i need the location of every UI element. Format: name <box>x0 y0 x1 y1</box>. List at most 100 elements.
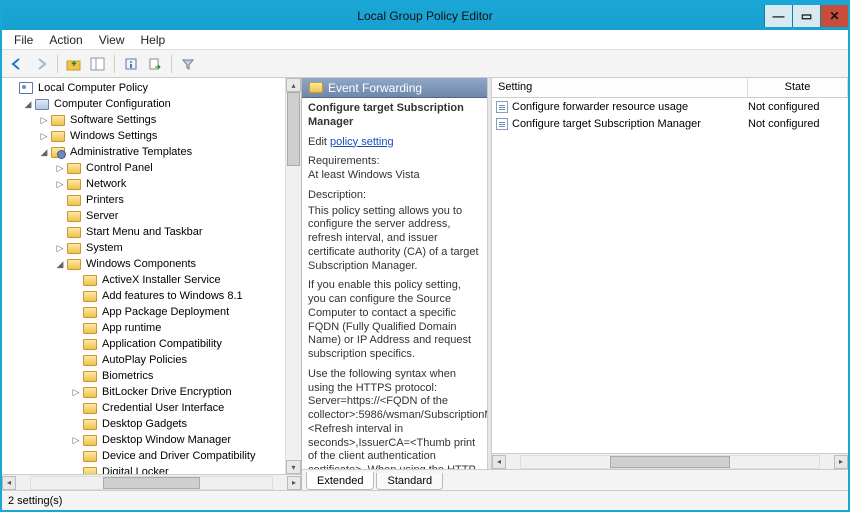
edit-policy-link[interactable]: policy setting <box>330 136 394 148</box>
filter-button[interactable] <box>177 53 199 75</box>
folder-icon <box>50 129 66 143</box>
tree-app-package[interactable]: App Package Deployment <box>70 304 285 320</box>
window-controls: — ▭ ✕ <box>764 5 848 27</box>
scroll-left-icon[interactable]: ◂ <box>2 476 16 490</box>
tree-autoplay[interactable]: AutoPlay Policies <box>70 352 285 368</box>
forward-icon <box>34 57 48 71</box>
tree-administrative-templates[interactable]: ◢Administrative Templates ▷Control Panel… <box>38 144 285 474</box>
column-state[interactable]: State <box>748 78 848 97</box>
expand-icon[interactable]: ▷ <box>38 115 50 126</box>
category-title: Event Forwarding <box>328 81 422 95</box>
tree-dwm[interactable]: ▷Desktop Window Manager <box>70 432 285 448</box>
expand-icon[interactable]: ▷ <box>38 131 50 142</box>
folder-icon <box>82 353 98 367</box>
tree-windows-components[interactable]: ◢Windows Components ActiveX Installer Se… <box>54 256 285 474</box>
description-p1: This policy setting allows you to config… <box>308 205 481 274</box>
properties-icon <box>124 57 138 71</box>
menu-action[interactable]: Action <box>41 33 90 47</box>
back-icon <box>10 57 24 71</box>
folder-icon <box>50 113 66 127</box>
scrollbar-thumb[interactable] <box>610 456 729 468</box>
setting-state: Not configured <box>748 118 848 130</box>
policy-icon <box>494 118 510 130</box>
description-p2: If you enable this policy setting, you c… <box>308 279 481 362</box>
maximize-button[interactable]: ▭ <box>792 5 820 27</box>
tree-biometrics[interactable]: Biometrics <box>70 368 285 384</box>
export-list-button[interactable] <box>144 53 166 75</box>
title-bar[interactable]: Local Group Policy Editor — ▭ ✕ <box>2 2 848 30</box>
settings-list: Setting State Configure forwarder resour… <box>492 78 848 469</box>
setting-name: Configure forwarder resource usage <box>510 101 748 113</box>
show-hide-tree-icon <box>90 57 106 71</box>
folder-icon <box>66 225 82 239</box>
list-header: Setting State <box>492 78 848 98</box>
tree-pane: Local Computer Policy ◢Computer Configur… <box>2 78 302 490</box>
tree-horizontal-scrollbar[interactable]: ◂ ▸ <box>2 474 301 490</box>
tree-vertical-scrollbar[interactable]: ▴ ▾ <box>285 78 301 474</box>
back-button[interactable] <box>6 53 28 75</box>
folder-icon <box>82 289 98 303</box>
list-body[interactable]: Configure forwarder resource usage Not c… <box>492 98 848 453</box>
tree-system[interactable]: ▷System <box>54 240 285 256</box>
tree-server[interactable]: Server <box>54 208 285 224</box>
expand-icon[interactable]: ▷ <box>54 243 66 254</box>
scroll-right-icon[interactable]: ▸ <box>834 455 848 469</box>
collapse-icon[interactable]: ◢ <box>22 99 34 110</box>
scroll-up-icon[interactable]: ▴ <box>286 78 301 92</box>
up-one-level-button[interactable] <box>63 53 85 75</box>
menu-bar: File Action View Help <box>2 30 848 50</box>
tree-desktop-gadgets[interactable]: Desktop Gadgets <box>70 416 285 432</box>
list-row[interactable]: Configure target Subscription Manager No… <box>492 115 848 132</box>
properties-button[interactable] <box>120 53 142 75</box>
tree-network[interactable]: ▷Network <box>54 176 285 192</box>
tree-printers[interactable]: Printers <box>54 192 285 208</box>
status-bar: 2 setting(s) <box>2 490 848 510</box>
scroll-right-icon[interactable]: ▸ <box>287 476 301 490</box>
scrollbar-thumb[interactable] <box>103 477 199 489</box>
forward-button[interactable] <box>30 53 52 75</box>
scroll-left-icon[interactable]: ◂ <box>492 455 506 469</box>
folder-icon <box>66 177 82 191</box>
minimize-button[interactable]: — <box>764 5 792 27</box>
tab-strip: Extended Standard <box>302 470 848 490</box>
menu-view[interactable]: View <box>91 33 133 47</box>
tree-device-driver[interactable]: Device and Driver Compatibility <box>70 448 285 464</box>
list-horizontal-scrollbar[interactable]: ◂ ▸ <box>492 453 848 469</box>
scrollbar-thumb[interactable] <box>287 92 300 166</box>
tree-add-features[interactable]: Add features to Windows 8.1 <box>70 288 285 304</box>
tree-control-panel[interactable]: ▷Control Panel <box>54 160 285 176</box>
tree-software-settings[interactable]: ▷Software Settings <box>38 112 285 128</box>
category-header: Event Forwarding <box>302 78 487 98</box>
tree-root[interactable]: Local Computer Policy ◢Computer Configur… <box>6 80 285 474</box>
list-row[interactable]: Configure forwarder resource usage Not c… <box>492 98 848 115</box>
folder-icon <box>82 417 98 431</box>
show-hide-console-tree-button[interactable] <box>87 53 109 75</box>
setting-name: Configure target Subscription Manager <box>510 118 748 130</box>
collapse-icon[interactable]: ◢ <box>38 147 50 158</box>
tree-computer-configuration[interactable]: ◢Computer Configuration ▷Software Settin… <box>22 96 285 474</box>
expand-icon[interactable]: ▷ <box>54 163 66 174</box>
expand-icon[interactable]: ▷ <box>54 179 66 190</box>
scroll-down-icon[interactable]: ▾ <box>286 460 301 474</box>
menu-file[interactable]: File <box>6 33 41 47</box>
tab-extended[interactable]: Extended <box>306 472 374 490</box>
tree-credential-ui[interactable]: Credential User Interface <box>70 400 285 416</box>
tree-start-menu-taskbar[interactable]: Start Menu and Taskbar <box>54 224 285 240</box>
tab-standard[interactable]: Standard <box>376 473 443 490</box>
expand-icon[interactable]: ▷ <box>70 435 82 446</box>
tree-app-compat[interactable]: Application Compatibility <box>70 336 285 352</box>
folder-icon <box>82 401 98 415</box>
column-setting[interactable]: Setting <box>492 78 748 97</box>
expand-icon[interactable]: ▷ <box>70 387 82 398</box>
collapse-icon[interactable]: ◢ <box>54 259 66 270</box>
tree-view[interactable]: Local Computer Policy ◢Computer Configur… <box>2 78 285 474</box>
app-window: Local Group Policy Editor — ▭ ✕ File Act… <box>0 0 850 512</box>
right-pane: Event Forwarding Configure target Subscr… <box>302 78 848 490</box>
tree-activex[interactable]: ActiveX Installer Service <box>70 272 285 288</box>
tree-app-runtime[interactable]: App runtime <box>70 320 285 336</box>
menu-help[interactable]: Help <box>133 33 174 47</box>
tree-bitlocker[interactable]: ▷BitLocker Drive Encryption <box>70 384 285 400</box>
close-button[interactable]: ✕ <box>820 5 848 27</box>
tree-digital-locker[interactable]: Digital Locker <box>70 464 285 474</box>
tree-windows-settings[interactable]: ▷Windows Settings <box>38 128 285 144</box>
